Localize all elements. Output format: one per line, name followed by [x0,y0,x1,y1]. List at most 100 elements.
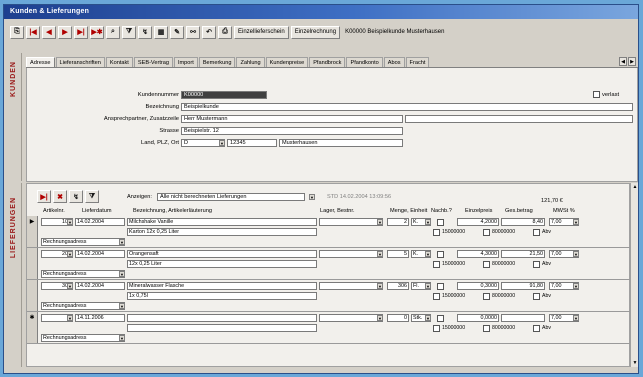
scroll-down-icon[interactable]: ▼ [631,359,639,367]
zusatzzeile-field[interactable] [405,115,633,123]
table-row-new[interactable]: ✱ 0 ▼ 14.11.2006 Rechnungsadress ▼ ▼ 0 S… [27,312,631,344]
adresse-dropdown-icon[interactable]: ▼ [119,303,125,309]
printer-icon[interactable]: ⎙ [218,25,232,39]
nachb-checkbox[interactable] [437,219,444,226]
einzelpreis-cell[interactable]: 4,2000 [457,218,499,226]
lager-cell[interactable] [319,218,383,226]
kundennummer-field[interactable]: K00000 [181,91,267,99]
tab-pfandbrock[interactable]: Pfandbrock [309,57,346,67]
ansprechpartner-field[interactable]: Herr Mustermann [181,115,403,123]
check-1[interactable] [433,325,440,332]
adresse-dropdown-icon[interactable]: ▼ [119,335,125,341]
einheit-dropdown-icon[interactable]: ▼ [425,251,431,257]
last-record-icon[interactable]: ▶| [74,25,88,39]
adresse-cell[interactable]: Rechnungsadress [41,238,125,246]
lager-dropdown-icon[interactable]: ▼ [377,315,383,321]
abv-checkbox[interactable] [533,261,540,268]
tab-left-icon[interactable]: ◀ [619,57,627,66]
mwst-dropdown-icon[interactable]: ▼ [573,315,579,321]
abv-checkbox[interactable] [533,229,540,236]
tab-fracht[interactable]: Fracht [405,57,430,67]
artikel-dropdown-icon[interactable]: ▼ [67,315,73,321]
artikel-dropdown-icon[interactable]: ▼ [67,251,73,257]
table-row[interactable]: ▶ 101 ▼ 14.02.2004 Milchshake Vanille Ka… [27,216,631,248]
check-2[interactable] [483,293,490,300]
bezeichnung-cell[interactable] [127,314,317,322]
row-selector[interactable] [27,280,38,311]
mwst-dropdown-icon[interactable]: ▼ [573,251,579,257]
delete-row-icon[interactable]: ✖ [53,190,67,203]
prev-record-icon[interactable]: ◀ [42,25,56,39]
gesbetrag-cell[interactable]: 21,50 [501,250,545,258]
deliveries-scrollbar[interactable]: ▲ ▼ [630,183,638,367]
tab-pfandkonto[interactable]: Pfandkonto [346,57,383,67]
menge-cell[interactable]: 5 [387,250,409,258]
einzelpreis-cell[interactable]: 0,3000 [457,282,499,290]
adresse-dropdown-icon[interactable]: ▼ [119,239,125,245]
bezeichnung-cell[interactable]: Milchshake Vanille [127,218,317,226]
table-row[interactable]: 201 ▼ 14.02.2004 Orangensaft 12x 0,25 Li… [27,248,631,280]
nachb-checkbox[interactable] [437,251,444,258]
edit-icon[interactable]: ✎ [170,25,184,39]
einzelpreis-cell[interactable]: 4,3000 [457,250,499,258]
new-record-icon[interactable]: ▶✱ [90,25,104,39]
verlast-checkbox[interactable] [593,91,600,98]
einzelrechnung-button[interactable]: Einzelrechnung [290,25,341,39]
artikel-dropdown-icon[interactable]: ▼ [67,219,73,225]
anzeigen-select[interactable]: Alle nicht berechneten Lieferungen [157,193,305,201]
erlaeuterung-cell[interactable]: 12x 0,25 Liter [127,260,317,268]
scroll-up-icon[interactable]: ▲ [631,183,639,191]
abv-checkbox[interactable] [533,293,540,300]
erlaeuterung-cell[interactable]: Karton 12x 0,25 Liter [127,228,317,236]
abv-checkbox[interactable] [533,325,540,332]
ort-field[interactable]: Musterhausen [279,139,403,147]
plz-field[interactable]: 12345 [227,139,277,147]
gesbetrag-cell[interactable]: 91,80 [501,282,545,290]
tab-zahlung[interactable]: Zahlung [236,57,265,67]
bezeichnung-cell[interactable]: Mineralwasser Flasche [127,282,317,290]
lager-cell[interactable] [319,314,383,322]
tab-adresse[interactable]: Adresse [26,57,55,67]
mwst-dropdown-icon[interactable]: ▼ [573,283,579,289]
check-2[interactable] [483,261,490,268]
land-dropdown-icon[interactable]: ▼ [219,140,225,146]
tab-bemerkung[interactable]: Bemerkung [198,57,236,67]
artikel-dropdown-icon[interactable]: ▼ [67,283,73,289]
tab-kundenpreise[interactable]: Kundenpreise [265,57,309,67]
row-selector[interactable]: ✱ [27,312,38,343]
lager-dropdown-icon[interactable]: ▼ [377,219,383,225]
check-2[interactable] [483,325,490,332]
sort-icon[interactable]: ↯ [138,25,152,39]
einheit-dropdown-icon[interactable]: ▼ [425,315,431,321]
row-selector[interactable] [27,248,38,279]
nachb-checkbox[interactable] [437,283,444,290]
einzelpreis-cell[interactable]: 0,0000 [457,314,499,322]
mwst-dropdown-icon[interactable]: ▼ [573,219,579,225]
filter-icon[interactable]: ⧩ [122,25,136,39]
check-1[interactable] [433,293,440,300]
adresse-cell[interactable]: Rechnungsadress [41,270,125,278]
lager-cell[interactable] [319,250,383,258]
check-1[interactable] [433,261,440,268]
erlaeuterung-cell[interactable] [127,324,317,332]
filter-rows-icon[interactable]: ⧩ [85,190,99,203]
nav-last-icon[interactable]: ▶| [37,190,51,203]
check-2[interactable] [483,229,490,236]
undo-icon[interactable]: ↶ [202,25,216,39]
lieferdatum-cell[interactable]: 14.02.2004 [75,218,125,226]
tab-abos[interactable]: Abos [383,57,405,67]
check-1[interactable] [433,229,440,236]
gesbetrag-cell[interactable]: 8,40 [501,218,545,226]
strasse-field[interactable]: Beispielstr. 12 [181,127,403,135]
lager-cell[interactable] [319,282,383,290]
menge-cell[interactable]: 0 [387,314,409,322]
anzeigen-dropdown-icon[interactable]: ▼ [309,194,315,200]
table-row[interactable]: 301 ▼ 14.02.2004 Mineralwasser Flasche 1… [27,280,631,312]
exit-icon[interactable]: ⎘ [10,25,24,39]
menge-cell[interactable]: 306 [387,282,409,290]
einheit-dropdown-icon[interactable]: ▼ [425,283,431,289]
gesbetrag-cell[interactable] [501,314,545,322]
tab-right-icon[interactable]: ▶ [628,57,636,66]
tab-seb-vertrag[interactable]: SEB-Vertrag [133,57,173,67]
adresse-cell[interactable]: Rechnungsadress [41,302,125,310]
